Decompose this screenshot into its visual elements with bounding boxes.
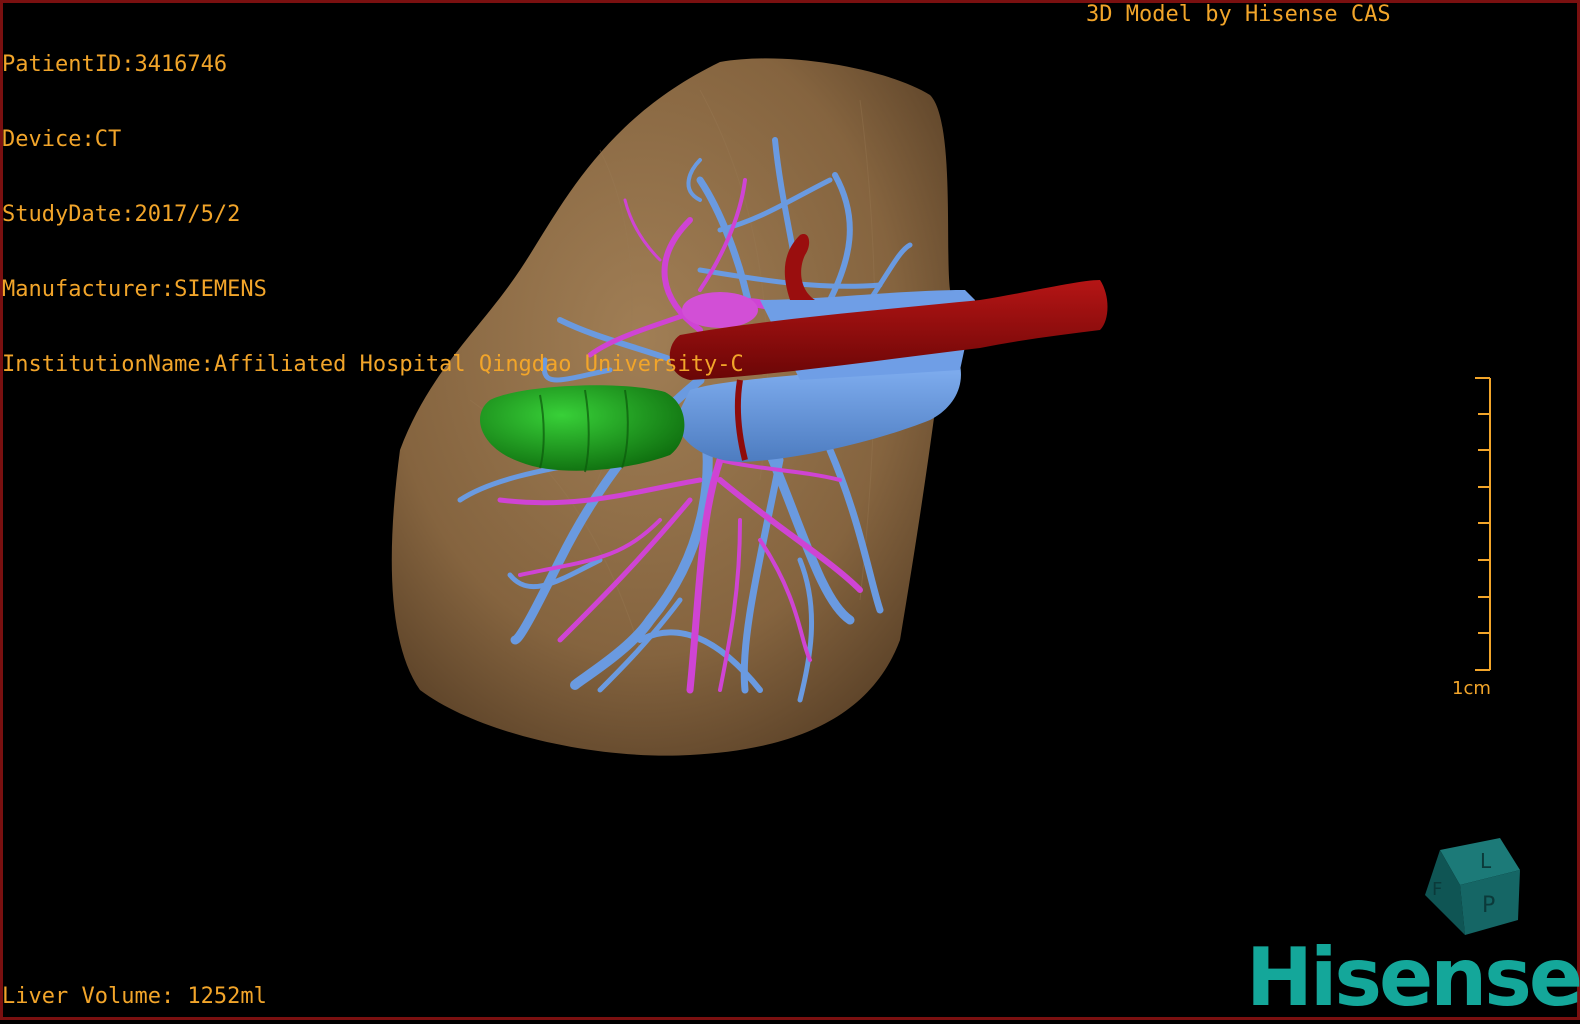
scale-bar-label: 1cm: [1452, 678, 1491, 699]
study-date-text: StudyDate:2017/5/2: [2, 202, 241, 227]
manufacturer-text: Manufacturer:SIEMENS: [2, 277, 267, 302]
institution-text: InstitutionName:Affiliated Hospital Qing…: [2, 352, 744, 377]
device-text: Device:CT: [2, 127, 122, 152]
patient-info-overlay: PatientID:3416746 Device:CT StudyDate:20…: [2, 2, 744, 402]
liver-volume-text: Liver Volume: 1252ml: [2, 984, 267, 1009]
brand-logo: Hisense: [1246, 931, 1580, 1024]
cube-face-front-label: P: [1482, 893, 1495, 918]
cube-face-side-label: F: [1432, 879, 1442, 900]
model-title: 3D Model by Hisense CAS: [1086, 2, 1391, 27]
cube-face-top-label: L: [1480, 849, 1492, 873]
orientation-cube-icon[interactable]: L P F: [1425, 838, 1520, 935]
scale-bar: [1475, 377, 1491, 671]
patient-id-text: PatientID:3416746: [2, 52, 228, 77]
